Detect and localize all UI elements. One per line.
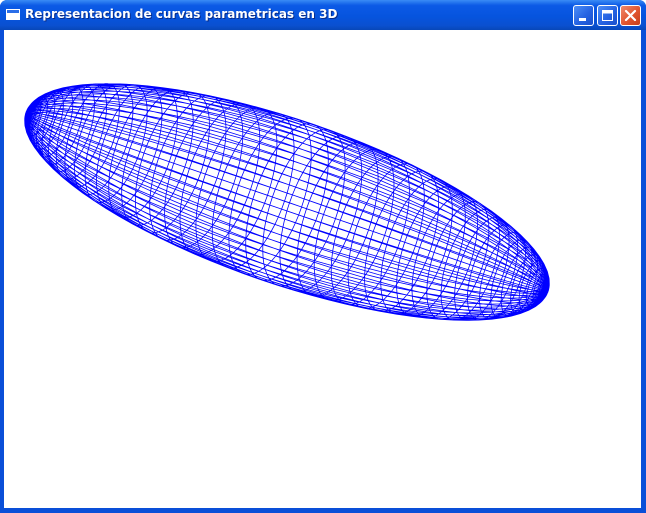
minimize-button[interactable]	[573, 5, 594, 26]
close-icon	[624, 9, 637, 22]
app-window-icon[interactable]	[6, 9, 20, 20]
wireframe-surface	[24, 83, 550, 321]
maximize-button[interactable]	[597, 5, 618, 26]
drawing-area[interactable]	[4, 30, 641, 508]
wireframe-mesh	[24, 83, 550, 321]
maximize-icon	[602, 10, 613, 21]
app-window: Representacion de curvas parametricas en…	[0, 0, 646, 513]
window-title: Representacion de curvas parametricas en…	[25, 7, 338, 21]
close-button[interactable]	[620, 5, 641, 26]
minimize-icon	[579, 18, 586, 21]
title-bar[interactable]: Representacion de curvas parametricas en…	[0, 0, 646, 30]
